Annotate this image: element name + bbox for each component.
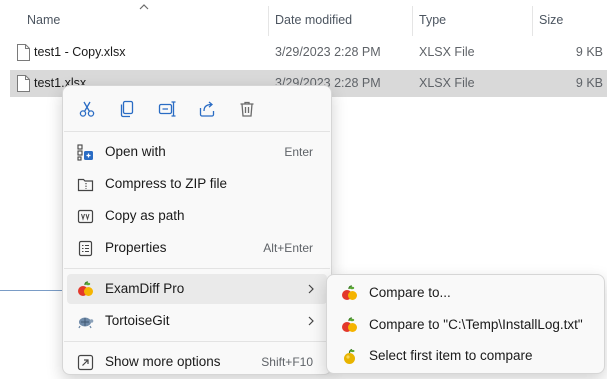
submenu-item-compare-to-installlog[interactable]: Compare to "C:\Temp\InstallLog.txt" <box>331 310 600 340</box>
context-menu: Open with Enter Compress to ZIP file Cop… <box>62 85 332 375</box>
menu-item-shortcut: Enter <box>284 145 313 159</box>
rename-button[interactable] <box>153 95 181 123</box>
sort-ascending-icon <box>139 4 149 10</box>
file-date: 3/29/2023 2:28 PM <box>275 45 381 59</box>
menu-item-compress-zip[interactable]: Compress to ZIP file <box>67 169 327 199</box>
menu-divider <box>64 131 330 132</box>
file-icon <box>17 44 30 61</box>
menu-divider <box>64 268 330 269</box>
column-name[interactable]: Name <box>27 13 60 27</box>
submenu-item-label: Compare to "C:\Temp\InstallLog.txt" <box>369 317 583 332</box>
menu-item-label: ExamDiff Pro <box>105 281 185 296</box>
quick-actions-bar <box>63 86 331 130</box>
menu-item-label: Copy as path <box>105 208 185 223</box>
column-header: Name Date modified Type Size <box>0 0 607 38</box>
examdiff-icon <box>78 281 93 296</box>
cut-button[interactable] <box>73 95 101 123</box>
examdiff-icon <box>342 285 357 300</box>
column-size[interactable]: Size <box>539 13 563 27</box>
submenu-item-compare-to[interactable]: Compare to... <box>331 278 600 308</box>
column-divider[interactable] <box>412 6 413 36</box>
file-size: 9 KB <box>575 45 603 59</box>
examdiff-icon <box>342 317 357 332</box>
share-button[interactable] <box>193 95 221 123</box>
examdiff-submenu: Compare to... Compare to "C:\Temp\Instal… <box>326 274 605 374</box>
menu-item-shortcut: Shift+F10 <box>261 355 313 369</box>
more-options-icon <box>77 354 94 371</box>
submenu-item-label: Compare to... <box>369 285 451 300</box>
column-divider[interactable] <box>532 6 533 36</box>
apple-icon <box>344 348 355 364</box>
delete-icon <box>240 101 254 117</box>
menu-item-copy-as-path[interactable]: Copy as path <box>67 201 327 231</box>
copy-icon <box>120 100 134 118</box>
submenu-item-select-first[interactable]: Select first item to compare <box>331 341 600 371</box>
copy-path-icon <box>77 209 94 224</box>
open-with-icon <box>77 144 93 161</box>
menu-item-label: Show more options <box>105 354 221 369</box>
menu-item-label: TortoiseGit <box>105 313 170 328</box>
zip-icon <box>77 178 94 192</box>
rename-icon <box>158 101 176 117</box>
background-divider <box>0 290 62 291</box>
menu-item-label: Properties <box>105 240 167 255</box>
menu-item-tortoisegit[interactable]: TortoiseGit <box>67 306 327 336</box>
delete-button[interactable] <box>233 95 261 123</box>
chevron-right-icon <box>308 316 314 326</box>
tortoisegit-icon <box>78 317 94 329</box>
share-icon <box>199 101 215 117</box>
menu-item-show-more-options[interactable]: Show more options Shift+F10 <box>67 347 327 377</box>
chevron-right-icon <box>308 284 314 294</box>
file-row[interactable]: test1 - Copy.xlsx 3/29/2023 2:28 PM XLSX… <box>10 39 607 66</box>
menu-item-shortcut: Alt+Enter <box>263 241 313 255</box>
file-size: 9 KB <box>575 76 603 90</box>
cut-icon <box>79 101 95 117</box>
menu-divider <box>64 341 330 342</box>
menu-item-open-with[interactable]: Open with Enter <box>67 137 327 167</box>
menu-item-label: Compress to ZIP file <box>105 176 228 191</box>
menu-item-label: Open with <box>105 144 166 159</box>
file-type: XLSX File <box>419 45 475 59</box>
menu-item-properties[interactable]: Properties Alt+Enter <box>67 233 327 263</box>
column-divider[interactable] <box>268 6 269 36</box>
column-date-modified[interactable]: Date modified <box>275 13 352 27</box>
file-name: test1 - Copy.xlsx <box>34 45 126 59</box>
menu-item-examdiff-pro[interactable]: ExamDiff Pro <box>67 274 327 304</box>
copy-button[interactable] <box>113 95 141 123</box>
properties-icon <box>78 240 93 257</box>
file-type: XLSX File <box>419 76 475 90</box>
file-icon <box>17 75 30 92</box>
submenu-item-label: Select first item to compare <box>369 348 533 363</box>
column-type[interactable]: Type <box>419 13 446 27</box>
